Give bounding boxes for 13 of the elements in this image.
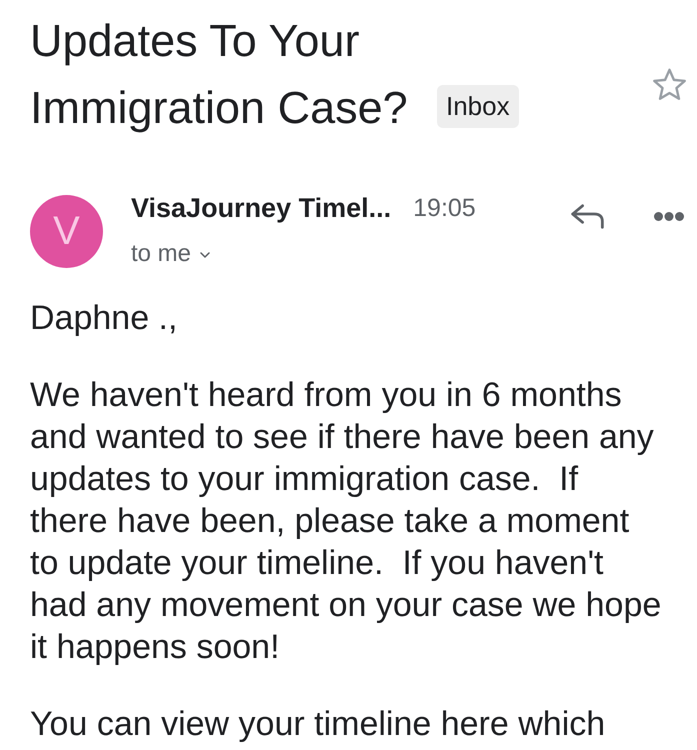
reply-arrow-icon[interactable] bbox=[571, 204, 604, 229]
body-paragraph: We haven't heard from you in 6 months and wanted to see if there have been any updates to your immigration case. If there have been, please take a moment to update your timeline. If you haven't had any movement on your case we hope it happens soon! bbox=[30, 375, 662, 668]
subject-title: Updates To Your Immigration Case? bbox=[30, 14, 409, 135]
sender-name: VisaJourney Timel... bbox=[131, 192, 392, 225]
star-icon[interactable] bbox=[652, 68, 687, 101]
three-dots-icon[interactable] bbox=[654, 212, 684, 221]
body-paragraph: Daphne ., bbox=[30, 298, 178, 339]
chevron-down-icon bbox=[200, 252, 210, 258]
label-badge: Inbox bbox=[437, 85, 519, 128]
recipient-details-button[interactable]: to me bbox=[131, 238, 210, 270]
message-time: 19:05 bbox=[413, 193, 476, 224]
sender-avatar: V bbox=[30, 195, 103, 268]
body-paragraph: You can view your timeline here which bbox=[30, 704, 606, 745]
